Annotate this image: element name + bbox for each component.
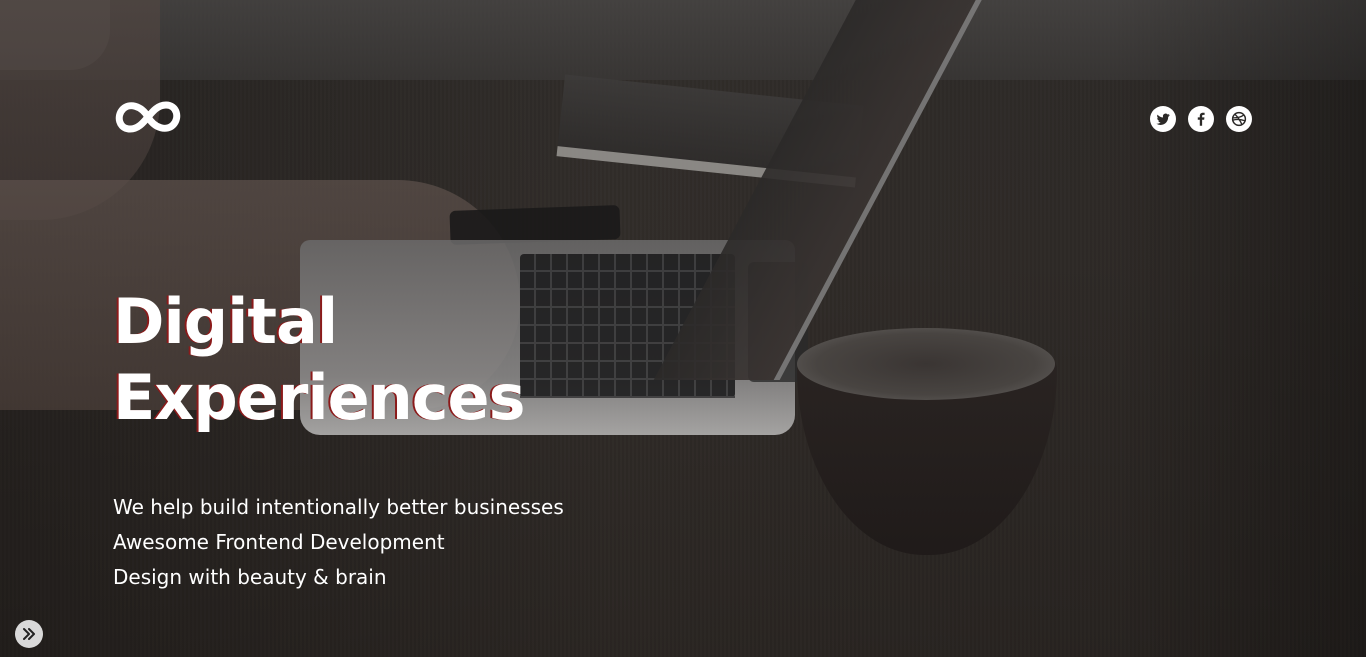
dribbble-icon: [1231, 111, 1247, 127]
twitter-bird-icon: [1156, 113, 1170, 125]
background-cup-rim: [797, 328, 1055, 400]
hero-headline: Digital Experiences: [113, 284, 525, 436]
tagline-item: We help build intentionally better busin…: [113, 495, 564, 519]
hero-taglines: We help build intentionally better busin…: [113, 490, 564, 595]
facebook-icon: [1197, 112, 1205, 126]
dribbble-link[interactable]: [1226, 106, 1252, 132]
headline-line-1: Digital: [113, 285, 338, 358]
background-shade: [1110, 0, 1366, 657]
twitter-link[interactable]: [1150, 106, 1176, 132]
headline-line-2: Experiences: [113, 361, 525, 434]
tagline-item: Awesome Frontend Development: [113, 530, 445, 554]
background-phone: [449, 205, 621, 245]
social-links: [1150, 106, 1252, 132]
infinity-logo-icon: [115, 101, 181, 133]
logo-link[interactable]: [113, 97, 183, 137]
double-chevron-right-icon: [23, 628, 35, 640]
next-section-button[interactable]: [15, 620, 43, 648]
facebook-link[interactable]: [1188, 106, 1214, 132]
tagline-item: Design with beauty & brain: [113, 565, 387, 589]
